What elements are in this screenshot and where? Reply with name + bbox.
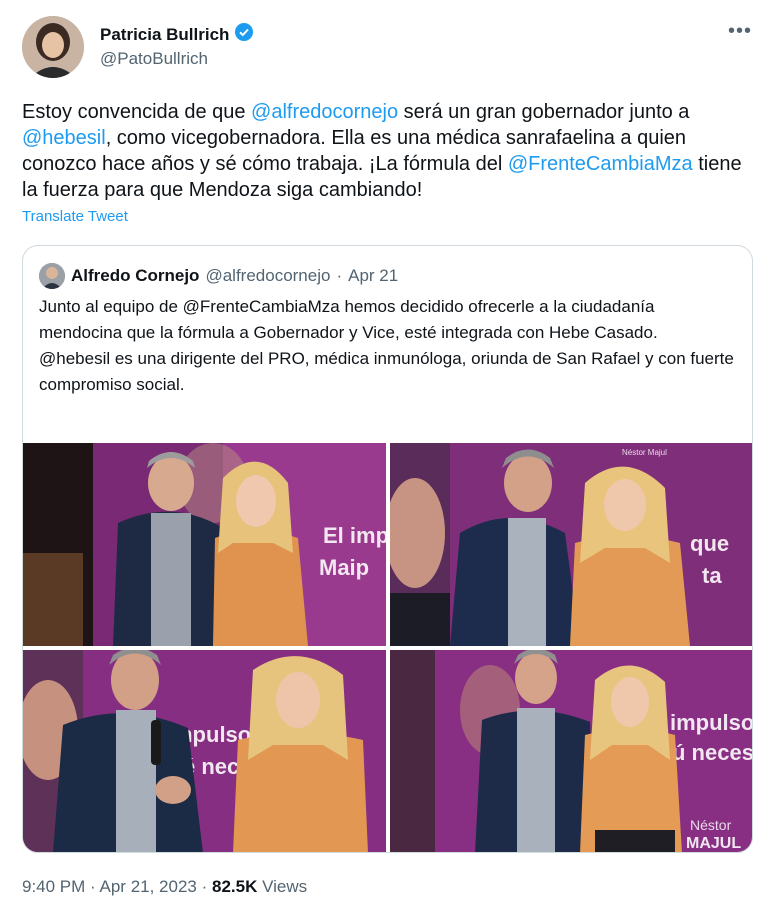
banner-text: MAJUL — [686, 835, 741, 852]
quoted-tweet-text: Junto al equipo de @FrenteCambiaMza hemo… — [39, 294, 739, 398]
tweet-text-segment: Estoy convencida de que — [22, 101, 252, 123]
banner-text: que — [690, 531, 729, 556]
banner-text: Maip — [319, 555, 369, 580]
photo-3[interactable]: mpulso é necesi — [23, 650, 386, 852]
tweet-footer: 9:40 PM · Apr 21, 2023 · 82.5K Views — [22, 877, 307, 897]
banner-text: Néstor — [690, 817, 732, 833]
mention-link[interactable]: @hebesil — [22, 127, 106, 149]
author-handle[interactable]: @PatoBullrich — [100, 49, 208, 69]
mention-link[interactable]: @FrenteCambiaMza — [508, 153, 693, 175]
mention-link[interactable]: @alfredocornejo — [251, 101, 398, 123]
quoted-date[interactable]: Apr 21 — [348, 266, 398, 286]
banner-text: El imp — [323, 523, 386, 548]
separator-dot: · — [90, 877, 96, 896]
tweet-text-segment: será un gran gobernador junto a — [398, 101, 690, 123]
quoted-author-name[interactable]: Alfredo Cornejo — [71, 266, 199, 286]
author-avatar[interactable] — [22, 16, 84, 78]
quoted-paragraph: @hebesil es una dirigente del PRO, médic… — [39, 349, 734, 394]
quoted-tweet[interactable]: Alfredo Cornejo @alfredocornejo · Apr 21… — [22, 245, 753, 853]
tweet-date[interactable]: Apr 21, 2023 — [100, 877, 197, 896]
translate-tweet-link[interactable]: Translate Tweet — [22, 208, 128, 225]
photo-1[interactable]: El imp Maip — [23, 443, 386, 646]
banner-text: ta — [702, 563, 722, 588]
photo-2[interactable]: Néstor Majul que ta — [390, 443, 752, 646]
quoted-author-avatar[interactable] — [39, 263, 65, 289]
verified-badge-icon — [234, 22, 254, 47]
quoted-paragraph: Junto al equipo de @FrenteCambiaMza hemo… — [39, 297, 658, 342]
photo-grid: El imp Maip Néstor Majul que ta mpulso é… — [23, 443, 753, 852]
author-name-label: Patricia Bullrich — [100, 24, 230, 44]
tweet-text: Estoy convencida de que @alfredocornejo … — [22, 99, 752, 203]
more-icon[interactable]: ••• — [728, 20, 752, 43]
quoted-author-handle[interactable]: @alfredocornejo — [205, 266, 330, 286]
author-name[interactable]: Patricia Bullrich — [100, 22, 254, 47]
banner-text: ú necesi — [672, 740, 753, 765]
banner-text: impulso qu — [670, 710, 753, 735]
views-count: 82.5K — [212, 877, 258, 896]
quoted-tweet-header: Alfredo Cornejo @alfredocornejo · Apr 21 — [39, 263, 398, 289]
views-label: Views — [262, 877, 308, 896]
tweet-time[interactable]: 9:40 PM — [22, 877, 85, 896]
separator-dot: · — [336, 266, 343, 285]
separator-dot: · — [201, 877, 208, 896]
photo-4[interactable]: impulso qu ú necesi Néstor MAJUL — [390, 650, 753, 852]
banner-text: Néstor Majul — [622, 448, 667, 457]
